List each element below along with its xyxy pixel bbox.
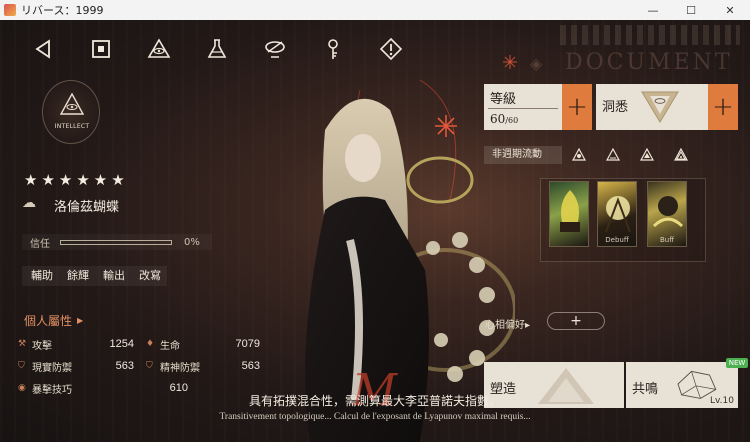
portray-2-icon[interactable] — [596, 148, 630, 162]
attribute-row: ⛉ 現實防禦 — [18, 358, 72, 374]
attribute-value: 7079 — [235, 338, 260, 350]
mental-defense-icon: ⛉ — [146, 361, 153, 371]
attribute-name: 生命 — [160, 340, 180, 352]
resonance-preference-arrow: ▸ — [525, 320, 531, 331]
background-grid — [560, 25, 740, 45]
window-titlebar: リバース：1999 — ☐ ✕ — [0, 0, 750, 20]
attribute-value: 1254 — [109, 338, 134, 350]
plus-icon: + — [566, 92, 588, 122]
maximize-button[interactable]: ☐ — [672, 0, 710, 20]
skill-card[interactable] — [549, 181, 589, 247]
back-icon[interactable] — [14, 36, 72, 62]
trust-percent: 0% — [184, 236, 200, 248]
add-resonance-preference-button[interactable]: + — [547, 312, 605, 330]
app-icon — [4, 4, 16, 16]
role-tag[interactable]: 餘輝 — [58, 266, 94, 286]
role-tag[interactable]: 輔助 — [22, 266, 58, 286]
portray-1-icon[interactable] — [562, 148, 596, 162]
insight-up-button[interactable]: + — [708, 84, 738, 130]
resonance-preference-label: 心相偏好▸ — [485, 316, 530, 331]
attribute-name: 現實防禦 — [32, 362, 72, 374]
skills-panel: Debuff Buff — [540, 178, 706, 262]
insight-label: 洞悉 — [602, 100, 629, 115]
reality-defense-icon: ⛉ — [18, 361, 25, 371]
attribute-name: 精神防禦 — [160, 362, 200, 374]
insight-panel: 洞悉 — [596, 84, 708, 130]
role-tag[interactable]: 改寫 — [130, 266, 166, 286]
attribute-row: ⚒ 攻擊 — [18, 336, 52, 352]
level-value: 60/60 — [490, 112, 518, 126]
top-navigation — [14, 36, 420, 62]
attributes-header-label: 個人屬性 — [24, 314, 73, 328]
plus-icon: + — [712, 92, 734, 122]
background-document-text: DOCUMENT — [565, 50, 733, 75]
voice-line-subtitle: 具有拓撲混合性，需測算最大李亞普諾夫指數。 — [248, 394, 501, 408]
skill-tag: Debuff — [605, 236, 629, 244]
trust-row: 信任 0% — [22, 234, 212, 250]
chain-icon[interactable] — [246, 36, 304, 62]
portray-4-icon[interactable] — [664, 148, 698, 162]
level-up-button[interactable]: + — [562, 84, 592, 130]
background-eye-icon: ◈ — [530, 54, 543, 73]
afflatus-label: INTELLECT — [54, 123, 90, 130]
skill-tag: Buff — [659, 236, 675, 244]
trust-label: 信任 — [30, 238, 50, 250]
flask-icon[interactable] — [188, 36, 246, 62]
skill-card[interactable]: Buff — [647, 181, 687, 247]
rarity-stars: ★★★★★★ — [24, 171, 129, 189]
warning-icon[interactable] — [362, 36, 420, 62]
intellect-icon — [60, 93, 84, 115]
level-label: 等級 — [490, 92, 517, 107]
role-tags: 輔助 餘輝 輸出 改寫 — [22, 266, 167, 286]
eye-icon[interactable] — [130, 36, 188, 62]
portray-row: 非週期流動 — [484, 146, 724, 164]
attribute-row: ⛉ 精神防禦 — [146, 358, 200, 374]
skill-card[interactable]: Debuff — [597, 181, 637, 247]
portray-3-icon[interactable] — [630, 148, 664, 162]
window-title: リバース：1999 — [21, 4, 104, 17]
attributes-header-button[interactable]: 個人屬性 ▶ — [24, 312, 83, 329]
skill-emblem-icon — [560, 190, 580, 232]
attribute-value: 563 — [241, 360, 260, 372]
trust-bar — [60, 239, 172, 245]
key-icon[interactable] — [304, 36, 362, 62]
level-divider — [488, 108, 558, 109]
level-current: 60 — [490, 112, 506, 126]
voice-line-original: Transitivement topologique... Calcul de … — [219, 412, 531, 422]
attribute-name: 攻擊 — [32, 340, 52, 352]
attribute-value: 563 — [115, 360, 134, 372]
health-icon: ♦ — [146, 339, 155, 349]
game-viewport: ◈ DOCUMENT INTELLECT ★★★★★★ ☁ 洛倫茲蝴蝶 信任 0… — [0, 20, 750, 442]
new-badge: NEW — [726, 358, 748, 368]
character-name-row: ☁ 洛倫茲蝴蝶 — [22, 195, 119, 215]
attack-icon: ⚒ — [18, 339, 27, 349]
level-max: /60 — [505, 116, 519, 125]
role-tag[interactable]: 輸出 — [94, 266, 130, 286]
minimize-button[interactable]: — — [634, 0, 672, 20]
close-button[interactable]: ✕ — [710, 0, 750, 20]
home-icon[interactable] — [72, 36, 130, 62]
portray-label[interactable]: 非週期流動 — [484, 146, 562, 164]
character-glyph-icon: ☁ — [22, 195, 36, 211]
character-name: 洛倫茲蝴蝶 — [54, 199, 120, 215]
insight-level-icon — [641, 91, 679, 123]
afflatus-badge: INTELLECT — [42, 80, 100, 144]
resonance-preference-text: 心相偏好 — [485, 320, 525, 331]
attribute-row: ♦ 生命 — [146, 336, 180, 352]
chevron-right-icon: ▶ — [77, 316, 84, 325]
